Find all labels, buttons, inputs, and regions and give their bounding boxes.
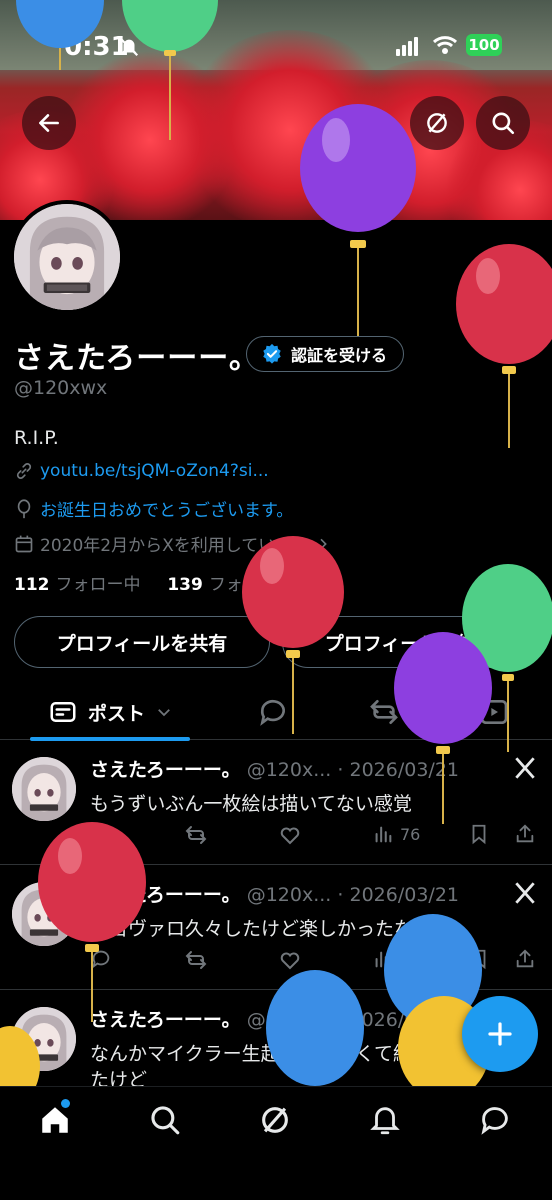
calendar-icon — [15, 535, 33, 552]
share-button[interactable] — [514, 948, 536, 970]
wifi-icon — [432, 36, 458, 54]
verified-badge-icon — [263, 343, 281, 364]
share-icon — [516, 824, 534, 843]
repost-icon — [185, 951, 207, 969]
like-icon — [280, 827, 300, 845]
link-icon — [16, 463, 32, 479]
balloon-green — [122, 0, 218, 140]
balloon-blue — [266, 970, 364, 1086]
balloon-red — [38, 822, 146, 1022]
views-icon — [375, 826, 392, 843]
following-label: フォロー中 — [55, 575, 141, 595]
followers-count: 139 — [167, 575, 203, 595]
repost-button[interactable] — [184, 948, 208, 972]
profile-birthday: お誕生日おめでとうございます。 — [14, 496, 293, 521]
search-icon[interactable] — [148, 1103, 182, 1137]
profile-link[interactable]: youtu.be/tsjQM-oZon4?si... — [14, 461, 269, 481]
compose-button[interactable] — [462, 996, 538, 1072]
like-button[interactable] — [278, 948, 302, 972]
back-button[interactable] — [22, 96, 76, 150]
post-text: もうずいぶん一枚絵は描いてない感覚 — [90, 793, 412, 815]
post-author: さえたろーーー。 — [90, 759, 241, 781]
x-logo-icon[interactable] — [512, 880, 538, 906]
post-date: 2026/03/21 — [349, 884, 460, 906]
post-icon — [50, 702, 76, 722]
post-avatar[interactable] — [12, 757, 76, 821]
grok-icon — [427, 113, 447, 133]
birthday-text: お誕生日おめでとうございます。 — [40, 501, 294, 521]
balloon-icon — [17, 498, 31, 518]
chevron-down-icon — [158, 709, 170, 717]
notifications-icon[interactable] — [368, 1103, 402, 1137]
share-profile-label: プロフィールを共有 — [56, 632, 228, 655]
search-button[interactable] — [476, 96, 530, 150]
avatar-illustration — [14, 204, 120, 310]
profile-bio: R.I.P. — [14, 427, 59, 449]
home-icon[interactable] — [38, 1103, 72, 1137]
share-icon — [516, 949, 534, 968]
balloon-blue — [16, 0, 104, 70]
balloon-purple — [394, 632, 492, 824]
balloon-purple — [300, 104, 416, 336]
post-text: なんかマイクラー生起動出来なくて終わ — [90, 1043, 432, 1065]
following-link[interactable]: 112 フォロー中 — [14, 575, 141, 595]
balloon-yellow — [0, 1026, 40, 1086]
profile-link-text[interactable]: youtu.be/tsjQM-oZon4?si... — [40, 461, 269, 481]
battery-indicator: 100 — [466, 34, 502, 56]
share-profile-button[interactable]: プロフィールを共有 — [14, 616, 270, 668]
profile-handle: @120xwx — [14, 377, 108, 399]
bottom-navigation — [0, 1086, 552, 1200]
x-logo-icon[interactable] — [512, 755, 538, 781]
grok-icon[interactable] — [258, 1103, 292, 1137]
repost-icon — [185, 826, 207, 844]
messages-icon[interactable] — [478, 1103, 512, 1137]
share-button[interactable] — [514, 823, 536, 845]
home-notification-dot — [61, 1099, 70, 1108]
compose-icon — [488, 1022, 512, 1046]
get-verified-label: 認証を受ける — [291, 346, 388, 365]
back-arrow-icon — [39, 114, 59, 132]
balloon-red — [456, 244, 552, 448]
grok-button[interactable] — [410, 96, 464, 150]
signal-icon — [396, 37, 418, 56]
avatar-illustration — [12, 757, 76, 821]
tab-posts-label: ポスト — [88, 702, 146, 725]
following-count: 112 — [14, 575, 50, 595]
tab-posts[interactable]: ポスト — [30, 684, 190, 741]
post-handle: @120x... — [246, 884, 332, 906]
search-icon — [492, 112, 515, 135]
profile-avatar[interactable] — [10, 200, 124, 314]
like-button[interactable] — [278, 823, 302, 847]
like-icon — [280, 952, 300, 970]
balloon-red — [242, 536, 344, 734]
repost-button[interactable] — [184, 823, 208, 847]
profile-name: さえたろーーー。 — [14, 341, 260, 376]
post-handle: @120x... — [246, 759, 332, 781]
